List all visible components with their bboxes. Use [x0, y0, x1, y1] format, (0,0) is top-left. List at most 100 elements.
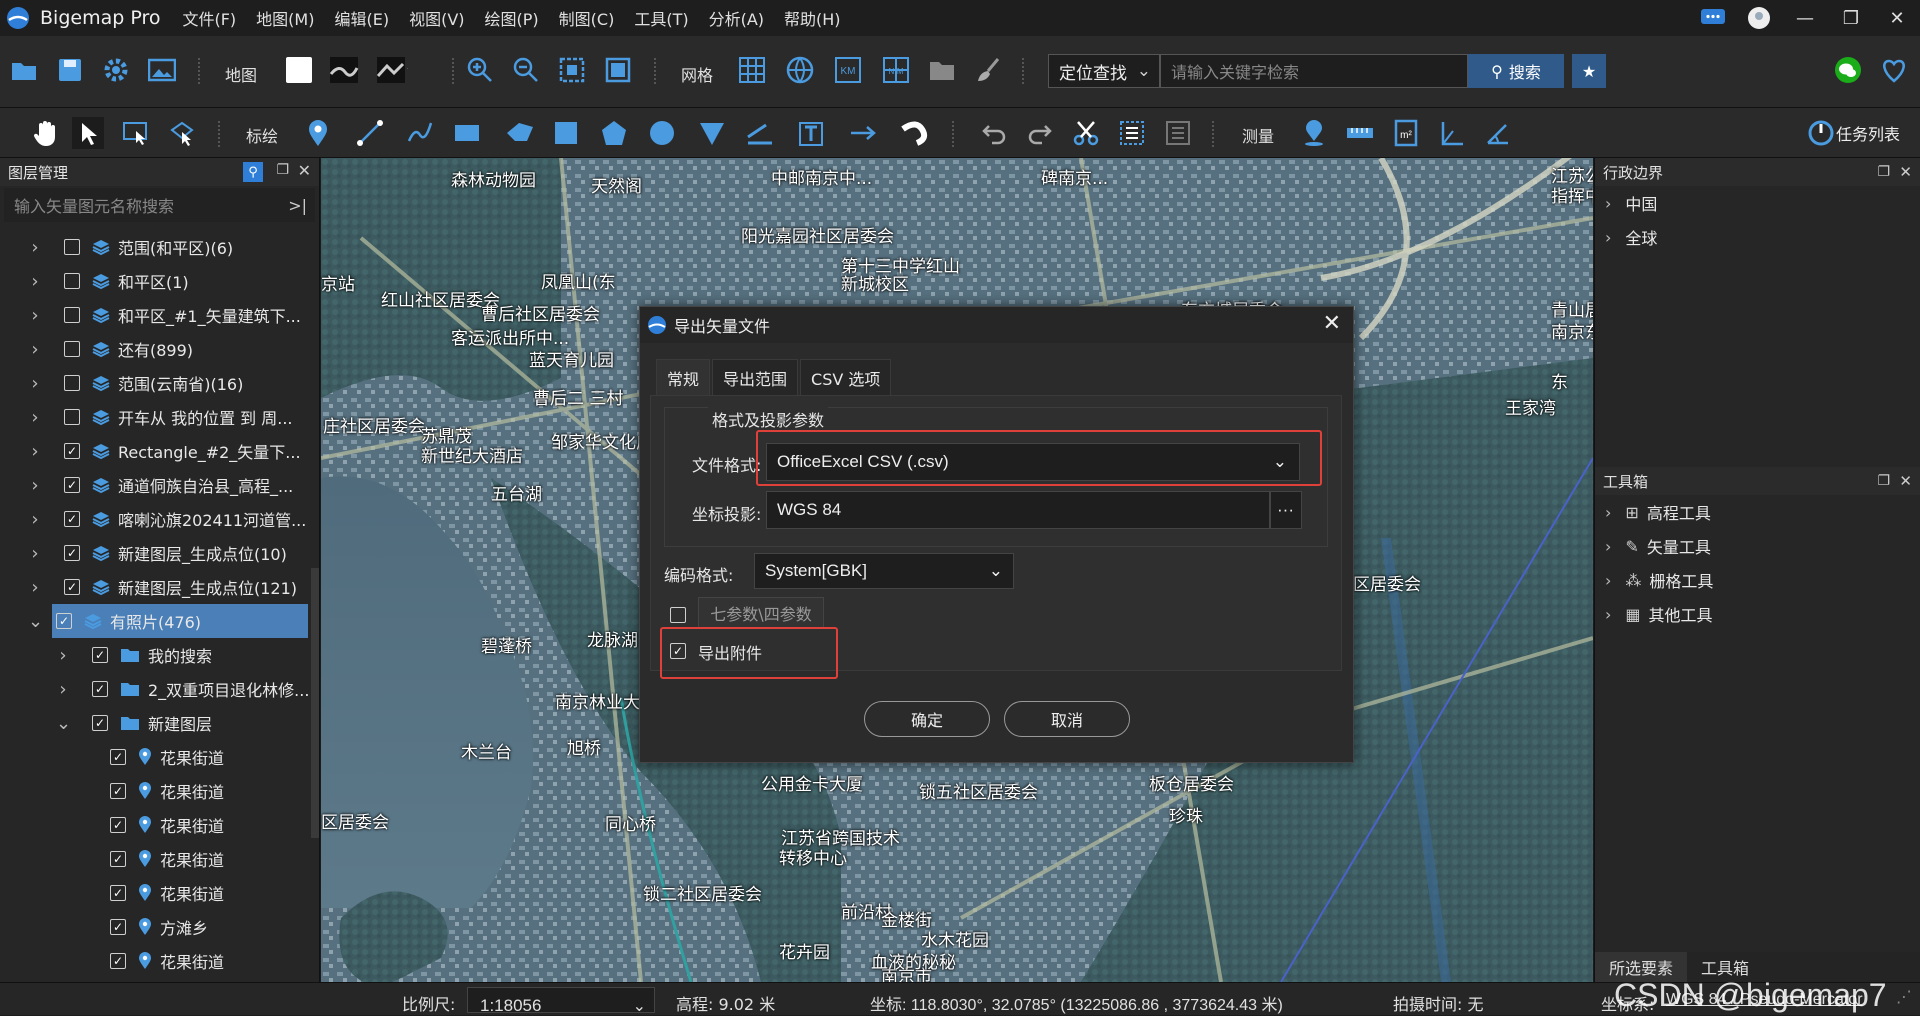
layer-checkbox[interactable]: ✓ — [110, 817, 126, 833]
layer-checkbox[interactable] — [64, 273, 80, 289]
chevron-right-icon[interactable]: › — [28, 407, 42, 428]
layer-item[interactable]: ⌄ ✓ 有照片(476) — [28, 604, 308, 638]
search-input[interactable]: 请输入关键字检索 — [1160, 54, 1468, 88]
zoom-in-icon[interactable] — [464, 54, 496, 86]
attribute-table-gray-icon[interactable] — [1162, 117, 1194, 149]
folder-item[interactable]: ⌄ ✓ 新建图层 — [0, 706, 310, 740]
layer-item[interactable]: › 还有(899) — [0, 332, 310, 366]
layer-checkbox[interactable] — [64, 375, 80, 391]
chevron-right-icon[interactable]: › — [28, 509, 42, 530]
layer-item[interactable]: › ✓ 喀喇沁旗202411河道管... — [0, 502, 310, 536]
layer-checkbox[interactable]: ✓ — [92, 681, 108, 697]
settings-gear-icon[interactable] — [100, 54, 132, 86]
task-list-button[interactable]: 任务列表 — [1808, 120, 1900, 146]
grid-icon[interactable] — [736, 54, 768, 86]
folder-gray-icon[interactable] — [926, 54, 958, 86]
dialog-tab[interactable]: CSV 选项 — [800, 359, 892, 397]
chevron-down-icon[interactable]: ⌄ — [56, 713, 71, 734]
user-avatar-icon[interactable] — [1736, 0, 1782, 36]
layer-item[interactable]: › 和平区(1) — [0, 264, 310, 298]
menu-item[interactable]: 分析(A) — [709, 10, 764, 29]
draw-pentagon-icon[interactable] — [598, 117, 630, 149]
terrain-map-dropdown-icon[interactable] — [376, 54, 408, 86]
area-select-icon[interactable] — [166, 117, 198, 149]
point-item[interactable]: ✓ 方滩乡 — [0, 910, 310, 944]
seven-param-button[interactable]: 七参数\四参数 — [698, 597, 824, 629]
undo-icon[interactable] — [978, 117, 1010, 149]
save-icon[interactable] — [54, 54, 86, 86]
dialog-tab[interactable]: 导出范围 — [712, 359, 799, 397]
chevron-right-icon[interactable]: › — [28, 441, 42, 462]
search-icon[interactable]: ⚲ — [243, 162, 263, 182]
layer-checkbox[interactable]: ✓ — [110, 919, 126, 935]
layer-checkbox[interactable]: ✓ — [92, 647, 108, 663]
nm-grid-icon[interactable]: N·M — [880, 54, 912, 86]
favorite-star-icon[interactable]: ★ — [1572, 54, 1606, 88]
layer-item[interactable]: › ✓ Rectangle_#2_矢量下... — [0, 434, 310, 468]
layer-checkbox[interactable]: ✓ — [64, 477, 80, 493]
point-item[interactable]: ✓ 花果街道 — [0, 944, 310, 978]
layer-checkbox[interactable]: ✓ — [64, 545, 80, 561]
locate-dropdown[interactable]: 定位查找 ⌄ — [1048, 54, 1160, 88]
chevron-right-icon[interactable]: › — [28, 237, 42, 258]
maximize-icon[interactable]: ❐ — [1828, 0, 1874, 36]
menu-item[interactable]: 制图(C) — [559, 10, 615, 29]
folder-item[interactable]: › ✓ 我的搜索 — [0, 638, 310, 672]
layer-item[interactable]: › 范围(云南省)(16) — [0, 366, 310, 400]
layer-checkbox[interactable]: ✓ — [110, 783, 126, 799]
measure-point-icon[interactable] — [1298, 117, 1330, 149]
toolbox-item[interactable]: › ⁂ 栅格工具 — [1595, 563, 1920, 597]
draw-line-icon[interactable] — [354, 117, 386, 149]
layer-item[interactable]: › 范围(和平区)(6) — [0, 230, 310, 264]
float-window-icon[interactable]: ❐ — [1877, 164, 1890, 180]
scrollbar[interactable] — [311, 568, 319, 838]
chevron-right-icon[interactable]: › — [28, 475, 42, 496]
layer-checkbox[interactable]: ✓ — [56, 613, 72, 629]
measure-angle-icon[interactable] — [1436, 117, 1468, 149]
select-arrow-icon[interactable] — [72, 117, 104, 149]
menu-item[interactable]: 地图(M) — [256, 10, 314, 29]
brush-icon[interactable] — [972, 54, 1004, 86]
heart-link-icon[interactable] — [1878, 54, 1910, 86]
menu-item[interactable]: 绘图(P) — [485, 10, 539, 29]
admin-item-0[interactable]: › 中国 — [1595, 186, 1920, 220]
measure-azimuth-icon[interactable] — [1482, 117, 1514, 149]
layer-checkbox[interactable]: ✓ — [110, 885, 126, 901]
zoom-extent-icon[interactable] — [556, 54, 588, 86]
encoding-select[interactable]: System[GBK] ⌄ — [754, 553, 1014, 589]
point-item[interactable]: ✓ 花果街道 — [0, 876, 310, 910]
measure-distance-icon[interactable] — [1344, 117, 1376, 149]
point-item[interactable]: ✓ 花果街道 — [0, 808, 310, 842]
open-folder-icon[interactable] — [8, 54, 40, 86]
satellite-map-icon[interactable] — [328, 54, 360, 86]
menu-item[interactable]: 文件(F) — [182, 10, 236, 29]
layer-checkbox[interactable] — [64, 239, 80, 255]
menu-item[interactable]: 帮助(H) — [784, 10, 841, 29]
admin-item-1[interactable]: › 全球 — [1595, 220, 1920, 254]
layer-item[interactable]: › ✓ 新建图层_生成点位(10) — [0, 536, 310, 570]
scissors-cut-icon[interactable] — [1070, 117, 1102, 149]
layer-item[interactable]: › 和平区_#1_矢量建筑下... — [0, 298, 310, 332]
collapse-arrow-icon[interactable]: >| — [288, 196, 307, 215]
draw-arrow-icon[interactable] — [848, 117, 880, 149]
point-item[interactable]: ✓ 花果街道 — [0, 740, 310, 774]
chevron-right-icon[interactable]: › — [28, 271, 42, 292]
layer-item[interactable]: › ✓ 通道侗族自治县_高程_... — [0, 468, 310, 502]
close-icon[interactable]: ✕ — [1899, 163, 1912, 181]
chevron-right-icon[interactable]: › — [28, 373, 42, 394]
draw-measure-area-icon[interactable] — [744, 117, 776, 149]
layer-checkbox[interactable]: ✓ — [110, 749, 126, 765]
draw-square-icon[interactable] — [550, 117, 582, 149]
ok-button[interactable]: 确定 — [864, 701, 990, 737]
cancel-button[interactable]: 取消 — [1004, 701, 1130, 737]
km-grid-icon[interactable]: KM — [832, 54, 864, 86]
layer-checkbox[interactable] — [64, 307, 80, 323]
folder-item[interactable]: › ✓ 2_双重项目退化林修... — [0, 672, 310, 706]
layer-checkbox[interactable]: ✓ — [64, 511, 80, 527]
draw-curve-icon[interactable] — [404, 117, 436, 149]
white-map-icon[interactable] — [283, 54, 315, 86]
chevron-right-icon[interactable]: › — [28, 339, 42, 360]
seven-param-checkbox[interactable] — [670, 607, 686, 623]
layer-item[interactable]: › ✓ 新建图层_生成点位(121) — [0, 570, 310, 604]
wechat-icon[interactable] — [1832, 54, 1864, 86]
